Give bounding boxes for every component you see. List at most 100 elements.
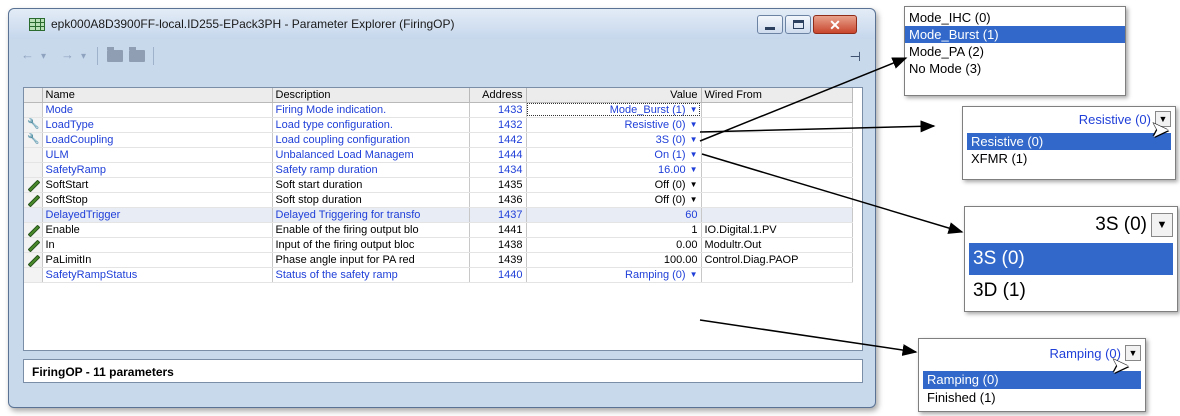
parameter-name[interactable]: ULM [42, 147, 273, 163]
parameter-value-text: 1 [691, 223, 698, 236]
table-row[interactable]: SafetyRampStatus Status of the safety ram… [24, 267, 853, 283]
table-row[interactable]: In Input of the firing output bloc 1438 0.0… [24, 237, 853, 253]
loadtype-option[interactable]: XFMR (1) [967, 150, 1171, 167]
table-header-row: Name Description Address Value Wired Fro… [24, 88, 853, 103]
parameter-value-text: Ramping (0) [625, 268, 686, 281]
parameter-value[interactable]: 100.00 [526, 252, 702, 268]
window-title: epk000A8D3900FF-local.ID255-EPack3PH - P… [51, 17, 455, 31]
parameter-name[interactable]: Mode [42, 102, 273, 118]
mode-option[interactable]: No Mode (3) [905, 60, 1125, 77]
table-row[interactable]: DelayedTrigger Delayed Triggering for tra… [24, 207, 853, 223]
parameter-description: Status of the safety ramp [272, 267, 470, 283]
loadtype-option-selected[interactable]: Resistive (0) [967, 133, 1171, 150]
minimize-button[interactable] [757, 15, 783, 34]
parameter-value[interactable]: Off (0) ▼ [526, 177, 702, 193]
parameter-wired-from: Modultr.Out [701, 237, 853, 253]
parameter-value-text: 3S (0) [655, 133, 686, 146]
parameter-name[interactable]: Enable [42, 222, 273, 238]
ramp-status-option-selected[interactable]: Ramping (0) [923, 371, 1141, 389]
loadcoupling-option[interactable]: 3D (1) [969, 275, 1173, 307]
chevron-down-icon[interactable]: ▼ [690, 270, 698, 279]
name-column-header[interactable]: Name [42, 88, 273, 103]
parameter-wired-from [701, 102, 853, 118]
parameter-name[interactable]: PaLimitIn [42, 252, 273, 268]
parameter-name[interactable]: SoftStop [42, 192, 273, 208]
chevron-down-icon[interactable]: ▼ [690, 105, 698, 114]
address-column-header[interactable]: Address [469, 88, 527, 103]
parameter-value[interactable]: 3S (0) ▼ [526, 132, 702, 148]
icon-column-header [24, 88, 43, 103]
parameter-address: 1444 [469, 147, 527, 163]
parameter-wired-from: Control.Diag.PAOP [701, 252, 853, 268]
chevron-down-icon[interactable]: ▼ [690, 165, 698, 174]
parameter-value[interactable]: Mode_Burst (1) ▼ [526, 102, 702, 118]
table-row[interactable]: 🔧 LoadCoupling Load coupling configuration… [24, 132, 853, 148]
table-row[interactable]: PaLimitIn Phase angle input for PA red 143… [24, 252, 853, 268]
loadcoupling-option-selected[interactable]: 3S (0) [969, 243, 1173, 275]
pin-icon[interactable]: ⊣ [850, 49, 861, 65]
mode-option[interactable]: Mode_PA (2) [905, 43, 1125, 60]
close-button[interactable]: ✕ [813, 15, 857, 34]
parameter-value-text: Mode_Burst (1) [609, 103, 686, 116]
parameter-name[interactable]: SoftStart [42, 177, 273, 193]
parameter-value[interactable]: 1 [526, 222, 702, 238]
maximize-button[interactable] [785, 15, 811, 34]
title-bar[interactable]: epk000A8D3900FF-local.ID255-EPack3PH - P… [9, 9, 875, 39]
loadtype-combo[interactable]: Resistive (0) ▼ [963, 107, 1175, 131]
chevron-down-icon[interactable]: ▼ [1151, 213, 1173, 237]
table-row[interactable]: SafetyRamp Safety ramp duration 1434 16.00 ▼ [24, 162, 853, 178]
parameter-wired-from [701, 192, 853, 208]
chevron-down-icon[interactable]: ▼ [690, 180, 698, 189]
parameter-address: 1433 [469, 102, 527, 118]
parameter-description: Load coupling configuration [272, 132, 470, 148]
table-row[interactable]: SoftStop Soft stop duration 1436 Off (0) ▼ [24, 192, 853, 208]
forward-arrow-icon[interactable]: → [61, 48, 74, 62]
parameter-name[interactable]: LoadCoupling [42, 132, 273, 148]
loadcoupling-dropdown: 3S (0) ▼ 3S (0) 3D (1) [964, 206, 1178, 312]
chevron-down-icon[interactable]: ▼ [690, 150, 698, 159]
back-arrow-icon[interactable]: ← [21, 48, 34, 62]
ramp-status-option[interactable]: Finished (1) [923, 389, 1141, 407]
parameter-name[interactable]: DelayedTrigger [42, 207, 273, 223]
parameter-value[interactable]: Resistive (0) ▼ [526, 117, 702, 133]
parameter-value[interactable]: Off (0) ▼ [526, 192, 702, 208]
folder-icon[interactable] [129, 47, 145, 62]
table-row[interactable]: Mode Firing Mode indication. 1433 Mode_Burs… [24, 102, 853, 118]
table-row[interactable]: ULM Unbalanced Load Managem 1444 On (1) ▼ [24, 147, 853, 163]
folder-up-icon[interactable] [107, 47, 123, 62]
row-icon-cell [24, 147, 43, 163]
loadcoupling-combo[interactable]: 3S (0) ▼ [965, 207, 1177, 243]
mode-option[interactable]: Mode_IHC (0) [905, 9, 1125, 26]
parameter-wired-from [701, 207, 853, 223]
forward-history-dropdown-icon[interactable]: ▾ [81, 50, 86, 64]
table-row[interactable]: Enable Enable of the firing output blo 144… [24, 222, 853, 238]
chevron-down-icon[interactable]: ▼ [690, 195, 698, 204]
row-icon-cell: 🔧 [24, 117, 43, 133]
toolbar: ← ▾ → ▾ ⊣ [15, 41, 869, 71]
parameter-value[interactable]: 0.00 [526, 237, 702, 253]
chevron-down-icon[interactable]: ▼ [690, 135, 698, 144]
value-column-header[interactable]: Value [526, 88, 702, 103]
parameter-name[interactable]: SafetyRampStatus [42, 267, 273, 283]
parameter-description: Delayed Triggering for transfo [272, 207, 470, 223]
back-history-dropdown-icon[interactable]: ▾ [41, 50, 46, 64]
parameter-description: Phase angle input for PA red [272, 252, 470, 268]
parameter-wired-from [701, 117, 853, 133]
row-icon-cell [24, 177, 43, 193]
parameter-description: Load type configuration. [272, 117, 470, 133]
table-row[interactable]: 🔧 LoadType Load type configuration. 1432 Res… [24, 117, 853, 133]
wired-from-column-header[interactable]: Wired From [701, 88, 853, 103]
table-row[interactable]: SoftStart Soft start duration 1435 Off (0) ▼ [24, 177, 853, 193]
description-column-header[interactable]: Description [272, 88, 470, 103]
parameter-value[interactable]: 60 [526, 207, 702, 223]
parameter-value[interactable]: On (1) ▼ [526, 147, 702, 163]
parameter-name[interactable]: In [42, 237, 273, 253]
chevron-down-icon[interactable]: ▼ [690, 120, 698, 129]
parameter-name[interactable]: LoadType [42, 117, 273, 133]
parameter-description: Soft stop duration [272, 192, 470, 208]
status-bar: FiringOP - 11 parameters [23, 359, 863, 383]
mode-option-selected[interactable]: Mode_Burst (1) [905, 26, 1125, 43]
parameter-value[interactable]: Ramping (0) ▼ [526, 267, 702, 283]
parameter-name[interactable]: SafetyRamp [42, 162, 273, 178]
parameter-value[interactable]: 16.00 ▼ [526, 162, 702, 178]
